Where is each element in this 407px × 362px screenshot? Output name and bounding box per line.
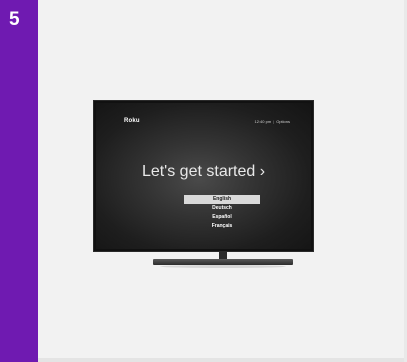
card-bottom-edge — [38, 358, 407, 362]
status-separator: | — [273, 119, 275, 124]
language-list: English Deutsch Español Français — [184, 195, 260, 231]
language-option-francais[interactable]: Français — [184, 222, 260, 231]
clock-time: 12:40 pm — [254, 119, 272, 124]
tv-illustration: Roku 12:40 pm | Options Let's get started … — [93, 100, 314, 252]
instruction-step-card: 5 Roku 12:40 pm | Options Let's get starte… — [0, 0, 407, 362]
language-option-english[interactable]: English — [184, 195, 260, 204]
setup-heading: Let's get started › — [141, 163, 266, 180]
step-number: 5 — [9, 9, 20, 30]
language-option-deutsch[interactable]: Deutsch — [184, 204, 260, 213]
tv-screen: Roku 12:40 pm | Options Let's get started … — [96, 103, 311, 249]
roku-logo: Roku — [124, 118, 140, 124]
step-number-bar: 5 — [0, 0, 38, 362]
tv-stand-shadow — [160, 265, 286, 268]
options-label: Options — [276, 119, 290, 124]
language-option-espanol[interactable]: Español — [184, 213, 260, 222]
tv-status-bar: 12:40 pm | Options — [254, 119, 290, 124]
